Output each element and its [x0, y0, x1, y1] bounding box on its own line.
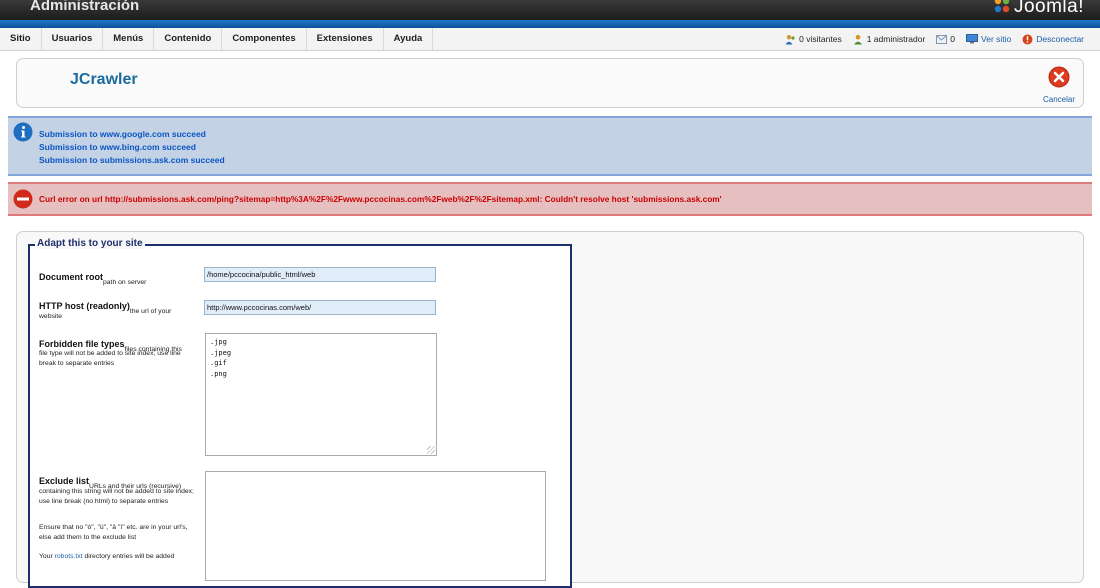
- robots-note: Your robots.txt directory entries will b…: [39, 553, 175, 560]
- menu-item-ayuda[interactable]: Ayuda: [384, 28, 434, 50]
- menu-item-menus[interactable]: Menús: [103, 28, 155, 50]
- document-root-label: Document root: [39, 272, 103, 282]
- joomla-logo-icon: [993, 0, 1011, 20]
- forbidden-label: Forbidden file types: [39, 339, 125, 349]
- document-root-input[interactable]: /home/pccocina/public_html/web: [204, 267, 436, 282]
- admin-icon: [853, 34, 864, 45]
- menu-item-componentes[interactable]: Componentes: [222, 28, 307, 50]
- visitors-icon: [785, 34, 796, 45]
- visitors-status: 0 visitantes: [785, 34, 842, 45]
- error-icon: [13, 189, 33, 214]
- admin-title: Administración: [30, 0, 140, 14]
- error-text: Curl error on url http://submissions.ask…: [39, 194, 722, 204]
- document-root-label-row: Document rootpath on server: [39, 267, 147, 286]
- http-host-label: HTTP host (readonly): [39, 301, 130, 311]
- admins-status: 1 administrador: [853, 34, 925, 45]
- header-accent-bar: [0, 20, 1100, 28]
- page-title: JCrawler: [70, 71, 138, 88]
- info-message: Submission to www.google.com succeed Sub…: [8, 116, 1092, 176]
- robots-txt-link[interactable]: robots.txt: [55, 553, 83, 560]
- info-icon: [13, 122, 33, 147]
- document-root-desc: path on server: [103, 279, 147, 286]
- menu-item-usuarios[interactable]: Usuarios: [42, 28, 104, 50]
- logout-icon: [1022, 34, 1033, 45]
- http-host-input: http://www.pccocinas.com/web/: [204, 300, 436, 315]
- info-line: Submission to submissions.ask.com succee…: [39, 154, 225, 165]
- resize-grip[interactable]: [427, 446, 435, 454]
- logout-link[interactable]: Desconectar: [1022, 34, 1084, 45]
- fieldset-legend: Adapt this to your site: [35, 238, 145, 249]
- exclude-desc-cont: containing this string will not be added…: [39, 488, 194, 505]
- admin-header: Administración Joomla!: [0, 0, 1100, 20]
- toolbar: JCrawler Cancelar: [16, 58, 1084, 108]
- status-area: 0 visitantes 1 administrador 0 Ver sitio…: [774, 28, 1084, 50]
- menu-item-contenido[interactable]: Contenido: [154, 28, 223, 50]
- forbidden-desc-cont: file type will not be added to site inde…: [39, 350, 181, 367]
- menu-item-extensiones[interactable]: Extensiones: [307, 28, 384, 50]
- joomla-brand: Joomla!: [993, 0, 1084, 20]
- cancel-label: Cancelar: [1042, 95, 1075, 104]
- http-host-desc-cont: website: [39, 313, 63, 320]
- forbidden-textarea[interactable]: .jpg .jpeg .gif .png: [205, 333, 437, 456]
- joomla-brand-text: Joomla!: [1013, 0, 1084, 17]
- exclude-textarea[interactable]: [205, 471, 546, 581]
- messages-icon: [936, 34, 948, 45]
- view-site-icon: [966, 34, 979, 44]
- exclude-note: Ensure that no "ò", "ü", "ä "ì" etc. are…: [39, 524, 188, 541]
- main-menu: Sitio Usuarios Menús Contenido Component…: [8, 28, 434, 50]
- info-message-lines: Submission to www.google.com succeed Sub…: [39, 128, 225, 166]
- info-line: Submission to www.google.com succeed: [39, 129, 206, 139]
- cancel-button[interactable]: Cancelar: [1039, 66, 1079, 104]
- menu-item-sitio[interactable]: Sitio: [8, 28, 42, 50]
- exclude-label: Exclude list: [39, 476, 90, 486]
- menu-bar: Sitio Usuarios Menús Contenido Component…: [0, 28, 1100, 51]
- info-line: Submission to www.bing.com succeed: [39, 141, 196, 152]
- view-site-link[interactable]: Ver sitio: [966, 34, 1011, 44]
- messages-status[interactable]: 0: [936, 34, 955, 45]
- cancel-icon: [1048, 66, 1070, 92]
- error-message: Curl error on url http://submissions.ask…: [8, 182, 1092, 216]
- forbidden-textarea-value: .jpg .jpeg .gif .png: [210, 338, 232, 378]
